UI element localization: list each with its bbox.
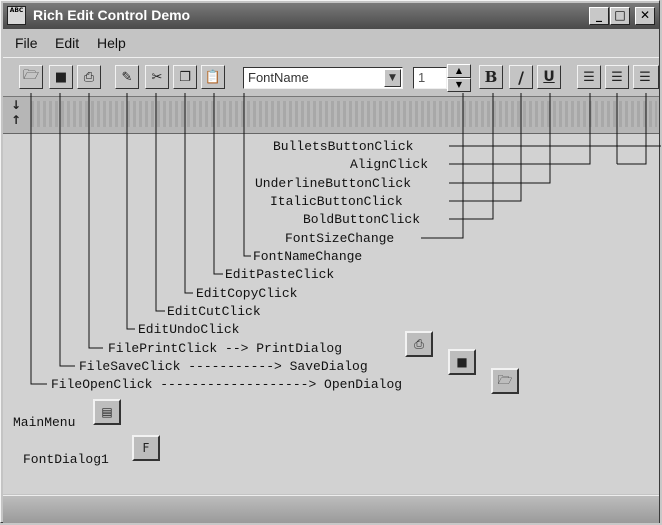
- main-menu-label: MainMenu: [13, 415, 76, 430]
- ann-fontname: FontNameChange: [253, 249, 363, 264]
- ann-underline: UnderlineButtonClick: [255, 176, 412, 191]
- font-dialog-component[interactable]: F: [132, 435, 160, 461]
- ann-open: FileOpenClick -------------------> OpenD…: [51, 377, 403, 392]
- save-dialog-component[interactable]: ■: [448, 349, 476, 375]
- ann-bold: BoldButtonClick: [303, 212, 421, 227]
- app-window: ABC Rich Edit Control Demo _ □ ✕ File Ed…: [0, 0, 661, 523]
- floppy-icon: ■: [456, 355, 468, 369]
- ann-cut: EditCutClick: [167, 304, 261, 319]
- menu-icon: ▤: [101, 405, 113, 419]
- ann-print: FilePrintClick --> PrintDialog: [108, 341, 343, 356]
- ann-bullets: BulletsButtonClick: [273, 139, 414, 154]
- ann-copy: EditCopyClick: [196, 286, 298, 301]
- ann-paste: EditPasteClick: [225, 267, 335, 282]
- open-dialog-component[interactable]: 🗁: [491, 368, 519, 394]
- print-dialog-component[interactable]: ⎙: [405, 331, 433, 357]
- main-menu-component[interactable]: ▤: [93, 399, 121, 425]
- ann-italic: ItalicButtonClick: [270, 194, 403, 209]
- font-icon: F: [142, 441, 150, 455]
- ann-fontsize: FontSizeChange: [285, 231, 395, 246]
- printer-icon: ⎙: [414, 336, 424, 351]
- font-dialog-label: FontDialog1: [23, 452, 109, 467]
- ann-save: FileSaveClick -----------> SaveDialog: [79, 359, 368, 374]
- ann-align: AlignClick: [350, 157, 429, 172]
- ann-undo: EditUndoClick: [138, 322, 240, 337]
- folder-icon: 🗁: [497, 372, 513, 387]
